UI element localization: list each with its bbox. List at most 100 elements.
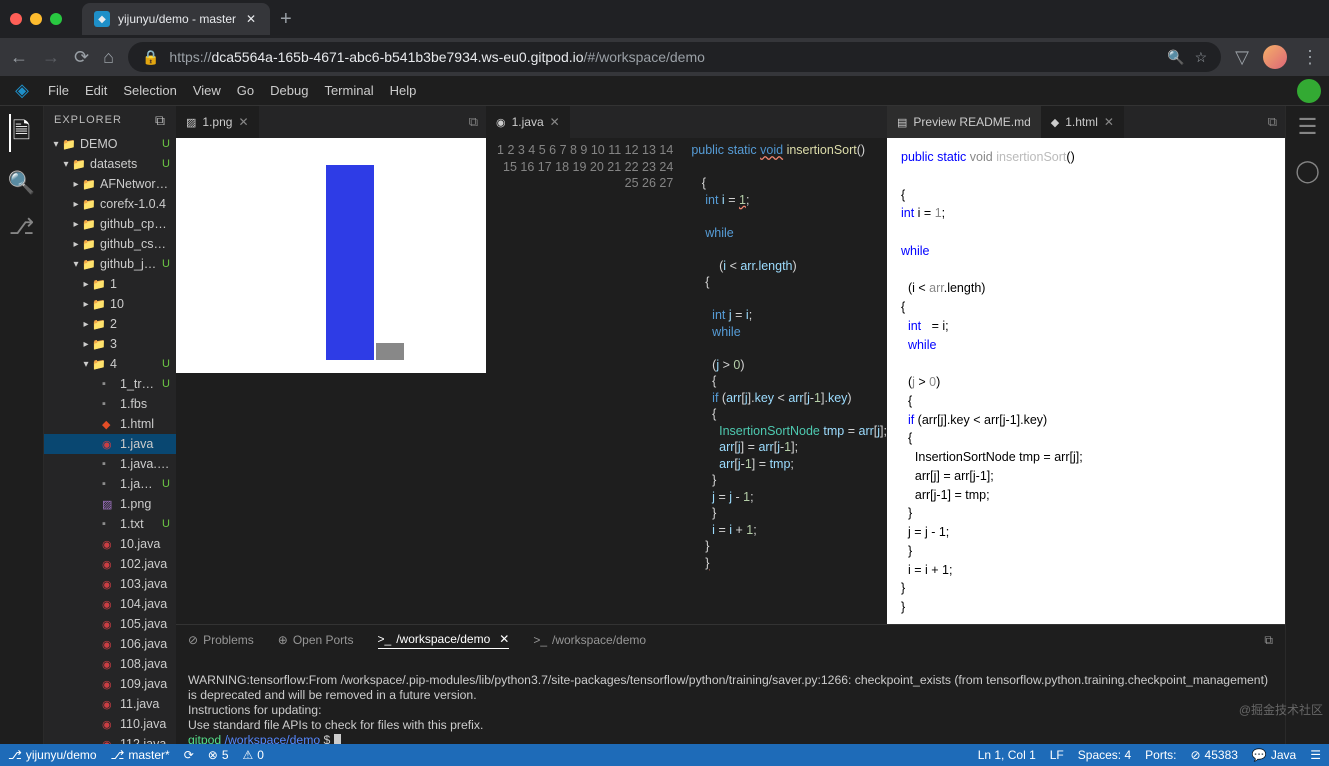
folder-item[interactable]: ▾📁DEMOU [44, 134, 176, 154]
window-minimize[interactable] [30, 13, 42, 25]
status-item[interactable]: ⟳ [184, 748, 194, 762]
close-icon[interactable]: ✕ [550, 115, 560, 129]
file-item[interactable]: ◉102.java [44, 554, 176, 574]
folder-item[interactable]: ▸📁3 [44, 334, 176, 354]
image-icon: ▨ [186, 116, 196, 129]
status-item[interactable]: ⎇master* [111, 748, 170, 762]
terminal[interactable]: WARNING:tensorflow:From /workspace/.pip-… [176, 655, 1285, 744]
pocket-icon[interactable]: ▽ [1235, 47, 1249, 68]
reload-icon[interactable]: ⟳ [74, 47, 89, 68]
window-close[interactable] [10, 13, 22, 25]
image-viewer [176, 138, 486, 624]
editor-tab-html[interactable]: ◆ 1.html ✕ [1041, 106, 1124, 138]
user-avatar[interactable] [1297, 79, 1321, 103]
file-item[interactable]: ◉10.java [44, 534, 176, 554]
editor-tab-preview[interactable]: ▤ Preview README.md [887, 106, 1041, 138]
status-item[interactable]: Ports: [1145, 748, 1176, 762]
close-icon[interactable]: ✕ [238, 115, 248, 129]
folder-item[interactable]: ▸📁1 [44, 274, 176, 294]
menu-go[interactable]: Go [229, 79, 262, 102]
folder-item[interactable]: ▸📁github_cpp_10 [44, 214, 176, 234]
search-icon[interactable]: 🔍 [8, 170, 35, 196]
file-item[interactable]: ◉103.java [44, 574, 176, 594]
status-item[interactable]: ⊘45383 [1190, 748, 1237, 762]
search-icon[interactable]: 🔍 [1167, 49, 1184, 66]
status-item[interactable]: ⊗5 [208, 748, 229, 762]
folder-item[interactable]: ▸📁AFNetworkin... [44, 174, 176, 194]
status-item[interactable]: ⎇yijunyu/demo [8, 748, 97, 762]
forward-icon[interactable]: → [42, 47, 60, 68]
editor-tab-java[interactable]: ◉ 1.java ✕ [486, 106, 570, 138]
file-item[interactable]: ◉1.java [44, 434, 176, 454]
menu-debug[interactable]: Debug [262, 79, 316, 102]
file-item[interactable]: ▪1_train....U [44, 374, 176, 394]
file-item[interactable]: ◉109.java [44, 674, 176, 694]
folder-item[interactable]: ▾📁4U [44, 354, 176, 374]
file-item[interactable]: ▪1.fbs [44, 394, 176, 414]
status-item[interactable]: Ln 1, Col 1 [978, 748, 1036, 762]
split-icon[interactable]: ⧉ [1260, 114, 1285, 130]
folder-item[interactable]: ▸📁github_cs_10 [44, 234, 176, 254]
explorer-icon[interactable]: 🗎 [9, 114, 31, 152]
browser-tab[interactable]: ◆ yijunyu/demo - master ✕ [82, 3, 270, 35]
folder-item[interactable]: ▾📁github_ja...U [44, 254, 176, 274]
source-control-icon[interactable]: ⎇ [9, 214, 34, 240]
chart-bar [326, 165, 374, 360]
file-item[interactable]: ◉106.java [44, 634, 176, 654]
file-item[interactable]: ▨1.png [44, 494, 176, 514]
panel-tab[interactable]: >_/workspace/demo✕ [378, 632, 510, 649]
editor-tab-png[interactable]: ▨ 1.png ✕ [176, 106, 259, 138]
file-item[interactable]: ◉105.java [44, 614, 176, 634]
html-preview: public static void insertionSort() { int… [887, 138, 1285, 624]
menu-file[interactable]: File [40, 79, 77, 102]
close-icon[interactable]: ✕ [244, 12, 258, 26]
panel-tab[interactable]: ⊕Open Ports [278, 633, 354, 647]
back-icon[interactable]: ← [10, 47, 28, 68]
tab-title: yijunyu/demo - master [118, 12, 236, 26]
panel-split-icon[interactable]: ⧉ [1264, 633, 1273, 648]
file-item[interactable]: ◉108.java [44, 654, 176, 674]
url-bar[interactable]: 🔒 https://dca5564a-165b-4671-abc6-b541b3… [128, 42, 1221, 72]
file-item[interactable]: ◉104.java [44, 594, 176, 614]
file-item[interactable]: ▪1.java=3.j...U [44, 474, 176, 494]
file-item[interactable]: ◉11.java [44, 694, 176, 714]
file-item[interactable]: ◉112.java [44, 734, 176, 744]
window-maximize[interactable] [50, 13, 62, 25]
html-icon: ◆ [1051, 116, 1059, 129]
code-editor[interactable]: 1 2 3 4 5 6 7 8 9 10 11 12 13 14 15 16 1… [486, 138, 887, 624]
gitpod-logo-icon[interactable]: ◈ [8, 77, 36, 105]
star-icon[interactable]: ☆ [1195, 49, 1208, 66]
watermark: @掘金技术社区 [1239, 701, 1323, 718]
file-item[interactable]: ◉110.java [44, 714, 176, 734]
outline-icon[interactable]: ☰ [1298, 114, 1318, 140]
status-item[interactable]: ⚠0 [243, 748, 264, 762]
file-item[interactable]: ▪1.txtU [44, 514, 176, 534]
status-item[interactable]: Spaces: 4 [1078, 748, 1131, 762]
file-tree[interactable]: ▾📁DEMOU▾📁datasetsU▸📁AFNetworkin...▸📁core… [44, 134, 176, 744]
collapse-icon[interactable]: ⧉ [155, 112, 166, 129]
folder-item[interactable]: ▾📁datasetsU [44, 154, 176, 174]
github-icon[interactable]: ◯ [1295, 158, 1320, 184]
split-icon[interactable]: ⧉ [461, 114, 486, 130]
panel-tab[interactable]: >_/workspace/demo [533, 633, 646, 647]
folder-item[interactable]: ▸📁2 [44, 314, 176, 334]
file-item[interactable]: ◆1.html [44, 414, 176, 434]
menu-view[interactable]: View [185, 79, 229, 102]
menu-help[interactable]: Help [382, 79, 425, 102]
menu-icon[interactable]: ⋮ [1301, 47, 1319, 68]
folder-item[interactable]: ▸📁corefx-1.0.4 [44, 194, 176, 214]
status-item[interactable]: ☰ [1310, 748, 1321, 762]
new-tab-button[interactable]: + [280, 8, 292, 31]
menu-selection[interactable]: Selection [115, 79, 184, 102]
status-item[interactable]: LF [1050, 748, 1064, 762]
panel-tab[interactable]: ⊘Problems [188, 633, 254, 647]
explorer-title: EXPLORER [54, 114, 122, 126]
home-icon[interactable]: ⌂ [103, 47, 114, 68]
profile-avatar[interactable] [1263, 45, 1287, 69]
folder-item[interactable]: ▸📁10 [44, 294, 176, 314]
menu-terminal[interactable]: Terminal [316, 79, 381, 102]
status-item[interactable]: 💬Java [1252, 748, 1296, 762]
close-icon[interactable]: ✕ [1104, 115, 1114, 129]
file-item[interactable]: ▪1.java.pb [44, 454, 176, 474]
menu-edit[interactable]: Edit [77, 79, 115, 102]
